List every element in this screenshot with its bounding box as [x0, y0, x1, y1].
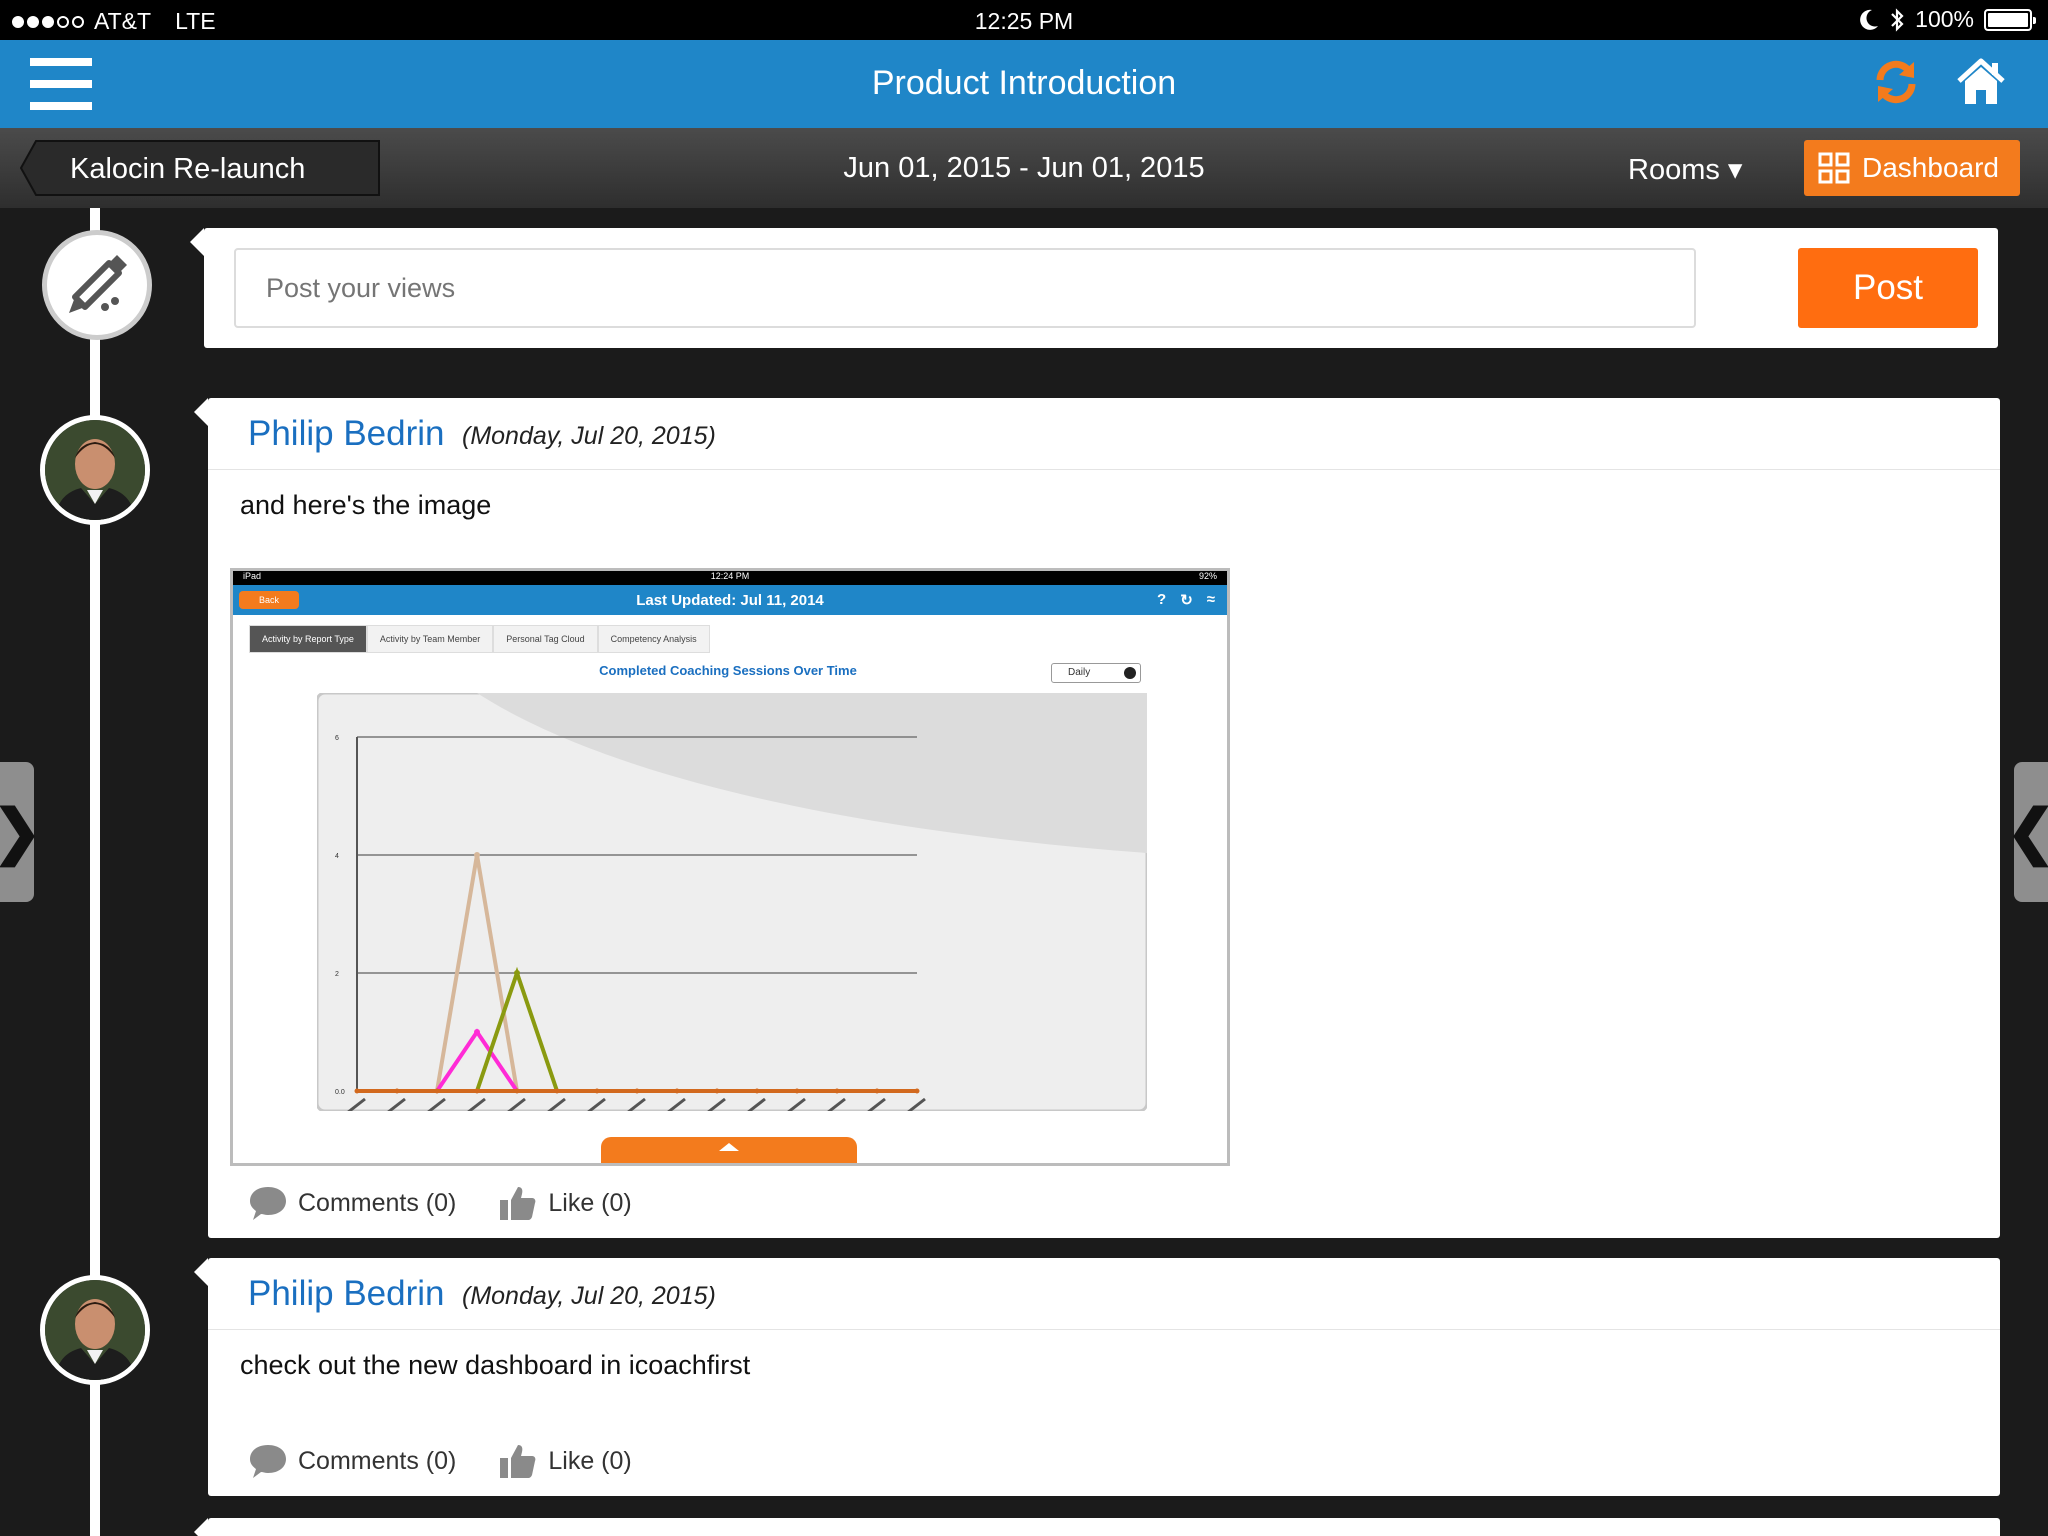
comment-icon [250, 1187, 286, 1220]
post-card-partial [194, 1518, 2000, 1536]
post-text: check out the new dashboard in icoachfir… [240, 1350, 751, 1380]
chart-point [434, 1088, 440, 1094]
image-status-bar: iPad 12:24 PM 92% [233, 571, 1227, 585]
image-tab: Personal Tag Cloud [493, 625, 598, 653]
post-image[interactable]: iPad 12:24 PM 92% Back Last Updated: Jul… [230, 568, 1230, 1166]
post-header: Philip Bedrin (Monday, Jul 20, 2015) [208, 398, 2000, 470]
image-tab: Competency Analysis [597, 625, 710, 653]
like-button[interactable]: Like (0) [498, 1442, 632, 1480]
dashboard-grid-icon [1818, 152, 1850, 184]
image-tab: Activity by Team Member [366, 625, 494, 653]
image-status-time: 12:24 PM [710, 571, 750, 581]
compose-pencil-icon [51, 239, 143, 331]
status-right: 100% [1859, 6, 2036, 33]
post-views-input[interactable] [234, 248, 1696, 328]
image-status-left: iPad [243, 571, 262, 581]
post-header: Philip Bedrin (Monday, Jul 20, 2015) [208, 1258, 2000, 1330]
post-date: (Monday, Jul 20, 2015) [462, 1282, 716, 1310]
image-title: Last Updated: Jul 11, 2014 [636, 592, 824, 609]
chart-point [394, 1088, 400, 1094]
chart-point [594, 1088, 600, 1094]
post-author[interactable]: Philip Bedrin [248, 414, 445, 454]
period-select: Daily [1051, 663, 1141, 683]
chart-point [794, 1088, 800, 1094]
chart-point [914, 1088, 920, 1094]
chart-point [754, 1088, 760, 1094]
home-icon[interactable] [1956, 58, 2006, 106]
dashboard-button-label: Dashboard [1862, 152, 1999, 183]
author-avatar[interactable] [40, 1275, 150, 1385]
author-avatar[interactable] [40, 415, 150, 525]
chart-point [874, 1088, 880, 1094]
chart-point [834, 1088, 840, 1094]
previous-arrow-button[interactable]: ❯ [0, 762, 42, 902]
page-title: Product Introduction [871, 64, 1177, 102]
chart-y-tick: 2 [335, 971, 339, 978]
image-drawer-handle [601, 1137, 857, 1163]
chart-plot: 6 4 2 0.0 [317, 693, 1147, 1111]
post-actions: Comments (0) Like (0) [248, 1442, 632, 1480]
like-icon [500, 1187, 536, 1220]
next-arrow-button[interactable]: ❮ [2006, 762, 2048, 902]
refresh-icon: ↻ [1180, 592, 1193, 609]
battery-percent: 100% [1915, 6, 1974, 32]
dashboard-button[interactable]: Dashboard [1804, 140, 2020, 196]
chart-y-tick: 6 [335, 735, 339, 742]
chart-y-tick: 0.0 [335, 1089, 345, 1096]
comments-label: Comments (0) [298, 1446, 457, 1475]
post-card: Philip Bedrin (Monday, Jul 20, 2015) che… [194, 1258, 2000, 1496]
period-knob-icon [1124, 667, 1136, 679]
chart-y-tick: 4 [335, 853, 339, 860]
refresh-icon[interactable] [1872, 58, 1920, 106]
post-author[interactable]: Philip Bedrin [248, 1274, 445, 1314]
app-header: Product Introduction [0, 40, 2048, 128]
like-icon [500, 1445, 536, 1478]
chart-point [514, 1088, 520, 1094]
chart-point [474, 1029, 480, 1035]
moon-icon [1860, 9, 1879, 30]
status-bar: AT&T LTE 12:25 PM 100% [0, 0, 2048, 40]
image-header: Back Last Updated: Jul 11, 2014 ? ↻ ≈ [233, 585, 1227, 615]
like-label: Like (0) [548, 1188, 632, 1217]
help-icon: ? [1157, 591, 1167, 608]
image-tab: Activity by Report Type [249, 625, 367, 653]
chart-point [554, 1088, 560, 1094]
status-time: 12:25 PM [974, 8, 1074, 34]
chart-point [714, 1088, 720, 1094]
bluetooth-icon [1891, 7, 1904, 32]
chart-point [474, 1088, 480, 1094]
chart-point [634, 1088, 640, 1094]
comments-button[interactable]: Comments (0) [248, 1184, 456, 1222]
period-label: Daily [1068, 667, 1091, 678]
comment-icon [250, 1445, 286, 1478]
image-header-icons: ? ↻ ≈ [1157, 591, 1215, 609]
post-text: and here's the image [240, 490, 492, 520]
like-button[interactable]: Like (0) [498, 1184, 632, 1222]
image-status-right: 92% [1198, 571, 1217, 581]
post-date: (Monday, Jul 20, 2015) [462, 422, 716, 450]
composer-card: Post [190, 228, 1998, 348]
rooms-dropdown[interactable]: Rooms ▾ [1628, 152, 1742, 187]
post-card: Philip Bedrin (Monday, Jul 20, 2015) and… [194, 398, 2000, 1238]
wifi-icon: ≈ [1206, 591, 1215, 608]
like-label: Like (0) [548, 1446, 632, 1475]
image-tabs: Activity by Report Type Activity by Team… [249, 625, 710, 653]
battery-icon [1984, 8, 2036, 31]
compose-avatar [42, 230, 152, 340]
author-photo [45, 1280, 145, 1380]
comments-button[interactable]: Comments (0) [248, 1442, 456, 1480]
sub-header: Kalocin Re-launch Jun 01, 2015 - Jun 01,… [0, 128, 2048, 208]
chart-point [514, 970, 520, 976]
author-photo [45, 420, 145, 520]
comments-label: Comments (0) [298, 1188, 457, 1217]
post-actions: Comments (0) Like (0) [248, 1184, 632, 1222]
chart-point [474, 852, 480, 858]
post-button[interactable]: Post [1798, 248, 1978, 328]
chart-point [354, 1088, 360, 1094]
chart-point [674, 1088, 680, 1094]
